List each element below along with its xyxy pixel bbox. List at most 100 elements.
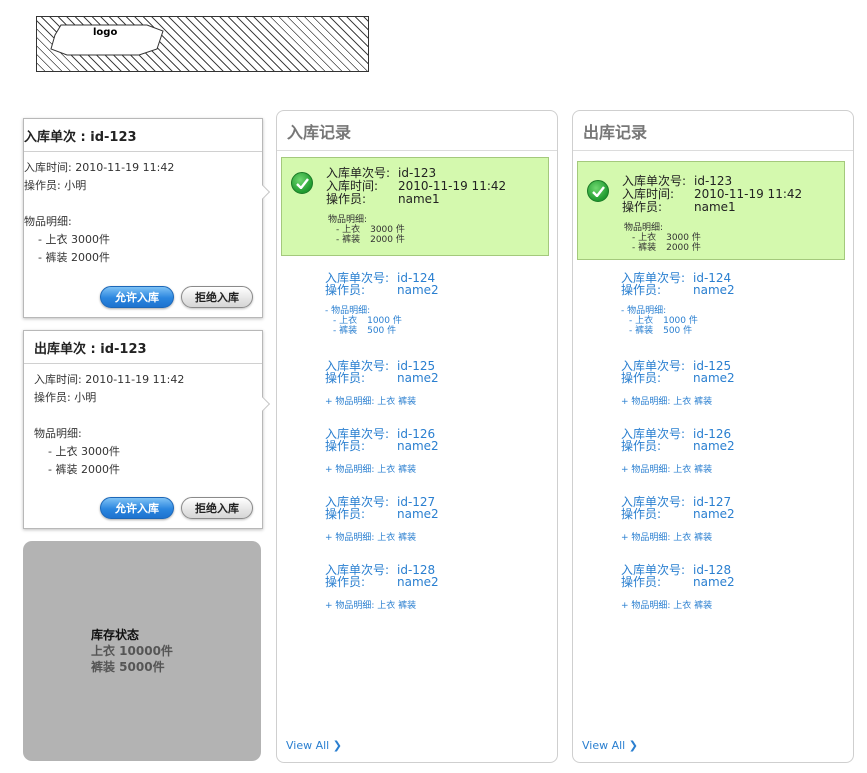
record-detail-toggle[interactable]: + 物品明细: 上衣 裤装 [621,464,735,476]
inbound-card-title: 入库单次 : id-123 [24,119,262,152]
record-qty-pants: 500 件 [663,326,693,336]
record-operator: name2 [693,575,735,589]
record-operator: name2 [693,439,735,453]
record-item[interactable]: 入库单次号: id-125 操作员: name2 + 物品明细: 上衣 裤装 [325,360,439,408]
inbound-request-card: 入库单次 : id-123 入库时间: 2010-11-19 11:42 操作员… [23,118,271,318]
inbound-item-pants: - 裤装 2000件 [38,251,110,264]
inbound-items-label: 物品明细: [24,215,72,228]
record-item[interactable]: 入库单次号: id-124 操作员: name2 - 物品明细: - 上衣 1000 … [621,272,735,336]
outbound-card-body: 入库时间: 2010-11-19 11:42 操作员: 小明 物品明细: - 上… [24,364,262,479]
outbound-card-title: 出库单次 : id-123 [24,331,262,364]
record-operator-label: 操作员: [621,283,662,297]
outbound-item-tops: - 上衣 3000件 [48,445,120,458]
record-detail-label: 物品明细: [328,215,368,225]
record-operator: name1 [694,200,736,214]
record-operator-label: 操作员: [621,507,662,521]
view-all-link[interactable]: View All ❯ [582,739,638,752]
record-detail-toggle[interactable]: + 物品明细: 上衣 裤装 [621,396,735,408]
record-detail-toggle[interactable]: + 物品明细: 上衣 裤装 [621,532,735,544]
record-item[interactable]: 入库单次号: id-127 操作员: name2 + 物品明细: 上衣 裤装 [325,496,439,544]
record-item[interactable]: 入库单次号: id-126 操作员: name2 + 物品明细: 上衣 裤装 [621,428,735,476]
record-operator-label: 操作员: [325,439,366,453]
record-detail-toggle[interactable]: + 物品明细: 上衣 裤装 [621,600,735,612]
stock-pants: 裤装 5000件 [91,660,165,674]
record-item-pants: - 裤装 [632,243,657,253]
approve-inbound-button[interactable]: 允许入库 [100,286,174,308]
record-operator-label: 操作员: [325,575,366,589]
record-item[interactable]: 入库单次号: id-127 操作员: name2 + 物品明细: 上衣 裤装 [621,496,735,544]
outbound-time: 入库时间: 2010-11-19 11:42 [34,373,185,386]
inbound-records-panel: 入库记录 入库单次号: id-123 入库时间: 2010-11-19 11:42 … [276,110,558,763]
record-item[interactable]: 入库单次号: id-126 操作员: name2 + 物品明细: 上衣 裤装 [325,428,439,476]
record-qty-tops: 3000 件 [666,233,701,243]
record-operator: name2 [397,439,439,453]
logo-text: logo [93,27,118,38]
record-operator: name2 [693,371,735,385]
record-detail-toggle[interactable]: + 物品明细: 上衣 裤装 [325,464,439,476]
record-item[interactable]: 入库单次号: id-128 操作员: name2 + 物品明细: 上衣 裤装 [325,564,439,612]
record-detail-label: 物品明细: [624,223,664,233]
inbound-operator: 操作员: 小明 [24,179,87,192]
record-qty-pants: 2000 件 [370,235,405,245]
outbound-records-panel: 出库记录 入库单次号: id-123 入库时间: 2010-11-19 11:42 … [572,110,854,763]
inbound-item-tops: - 上衣 3000件 [38,233,110,246]
record-qty-pants: 500 件 [367,326,397,336]
outbound-item-pants: - 裤装 2000件 [48,463,120,476]
record-qty-tops: 3000 件 [370,225,405,235]
reject-inbound-button[interactable]: 拒绝入库 [181,286,253,308]
outbound-request-card: 出库单次 : id-123 入库时间: 2010-11-19 11:42 操作员… [23,330,271,529]
record-detail-toggle[interactable]: + 物品明细: 上衣 裤装 [325,600,439,612]
highlighted-record[interactable]: 入库单次号: id-123 入库时间: 2010-11-19 11:42 操作员: n… [577,161,845,260]
record-item-pants: - 裤装 [333,326,358,336]
record-qty-pants: 2000 件 [666,243,701,253]
record-operator-label: 操作员: [621,371,662,385]
record-item-pants: - 裤装 [336,235,361,245]
inbound-records-title: 入库记录 [277,111,557,151]
record-qty-tops: 1000 件 [367,316,402,326]
record-item[interactable]: 入库单次号: id-124 操作员: name2 - 物品明细: - 上衣 1000 … [325,272,439,336]
outbound-operator: 操作员: 小明 [34,391,97,404]
stock-status-panel: 库存状态 上衣 10000件 裤装 5000件 [23,541,261,761]
record-operator-label: 操作员: [621,575,662,589]
stock-title: 库存状态 [91,628,140,642]
record-item-tops: - 上衣 [333,316,358,326]
record-operator: name2 [693,507,735,521]
record-operator-label: 操作员: [325,371,366,385]
record-item-tops: - 上衣 [632,233,657,243]
record-item-tops: - 上衣 [629,316,654,326]
check-icon [291,172,313,194]
logo-banner: logo [36,16,369,72]
record-operator: name2 [397,371,439,385]
check-icon [587,180,609,202]
record-detail-toggle[interactable]: + 物品明细: 上衣 裤装 [325,396,439,408]
record-detail-label: - 物品明细: [621,306,667,316]
highlighted-record[interactable]: 入库单次号: id-123 入库时间: 2010-11-19 11:42 操作员: n… [281,157,549,256]
record-detail-expanded[interactable]: - 物品明细: - 上衣 1000 件 - 裤装 500 件 [621,306,735,336]
record-item[interactable]: 入库单次号: id-128 操作员: name2 + 物品明细: 上衣 裤装 [621,564,735,612]
view-all-link[interactable]: View All ❯ [286,739,342,752]
inbound-time: 入库时间: 2010-11-19 11:42 [24,161,175,174]
record-item-pants: - 裤装 [629,326,654,336]
inbound-card-body: 入库时间: 2010-11-19 11:42 操作员: 小明 物品明细: - 上… [24,152,262,267]
outbound-items-label: 物品明细: [34,427,82,440]
record-operator-label: 操作员: [621,439,662,453]
record-detail-toggle[interactable]: + 物品明细: 上衣 裤装 [325,532,439,544]
record-item-tops: - 上衣 [336,225,361,235]
record-operator: name2 [693,283,735,297]
record-operator-label: 操作员: [326,192,367,206]
record-operator-label: 操作员: [622,200,663,214]
record-operator: name2 [397,575,439,589]
outbound-records-title: 出库记录 [573,111,853,151]
reject-outbound-button[interactable]: 拒绝入库 [181,497,253,519]
record-detail-expanded[interactable]: - 物品明细: - 上衣 1000 件 - 裤装 500 件 [325,306,439,336]
record-item[interactable]: 入库单次号: id-125 操作员: name2 + 物品明细: 上衣 裤装 [621,360,735,408]
record-operator: name2 [397,283,439,297]
record-operator-label: 操作员: [325,507,366,521]
approve-outbound-button[interactable]: 允许入库 [100,497,174,519]
record-operator-label: 操作员: [325,283,366,297]
stock-tops: 上衣 10000件 [91,644,173,658]
record-qty-tops: 1000 件 [663,316,698,326]
record-detail-label: - 物品明细: [325,306,371,316]
record-operator: name2 [397,507,439,521]
record-operator: name1 [398,192,440,206]
